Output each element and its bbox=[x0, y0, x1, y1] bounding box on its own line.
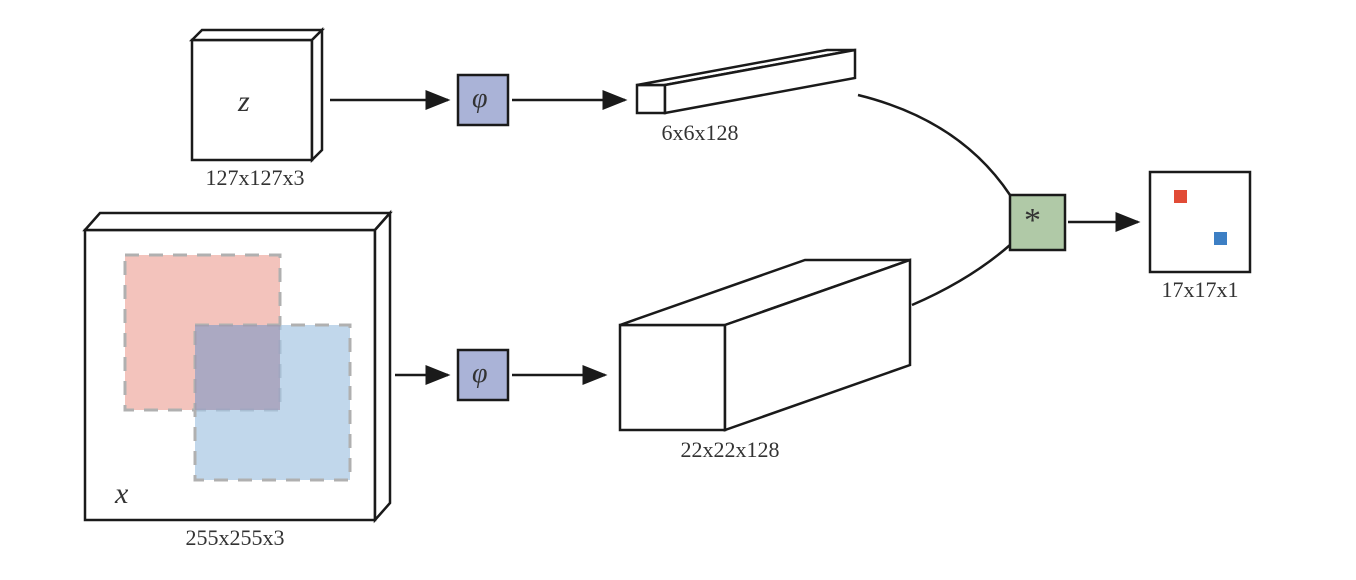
output-dims-label: 17x17x1 bbox=[1155, 277, 1245, 303]
x-feat-dims-label: 22x22x128 bbox=[660, 437, 800, 463]
curve-bottom-to-conv bbox=[912, 245, 1010, 305]
input-z-box bbox=[192, 30, 322, 160]
output-blue-dot bbox=[1214, 232, 1227, 245]
z-symbol: z bbox=[238, 85, 250, 119]
conv-symbol: * bbox=[1024, 202, 1041, 240]
x-dims-label: 255x255x3 bbox=[175, 525, 295, 551]
z-feat-dims-label: 6x6x128 bbox=[640, 120, 760, 146]
feature-z-box bbox=[637, 50, 855, 113]
x-symbol: x bbox=[115, 477, 128, 511]
curve-top-to-conv bbox=[858, 95, 1010, 195]
output-box bbox=[1150, 172, 1250, 272]
diagram-canvas bbox=[0, 0, 1356, 580]
output-red-dot bbox=[1174, 190, 1187, 203]
input-x-box bbox=[85, 213, 390, 520]
phi-symbol-top: φ bbox=[472, 83, 488, 115]
z-dims-label: 127x127x3 bbox=[195, 165, 315, 191]
phi-symbol-bottom: φ bbox=[472, 358, 488, 390]
feature-x-box bbox=[620, 260, 910, 430]
patch-overlap bbox=[195, 325, 280, 410]
